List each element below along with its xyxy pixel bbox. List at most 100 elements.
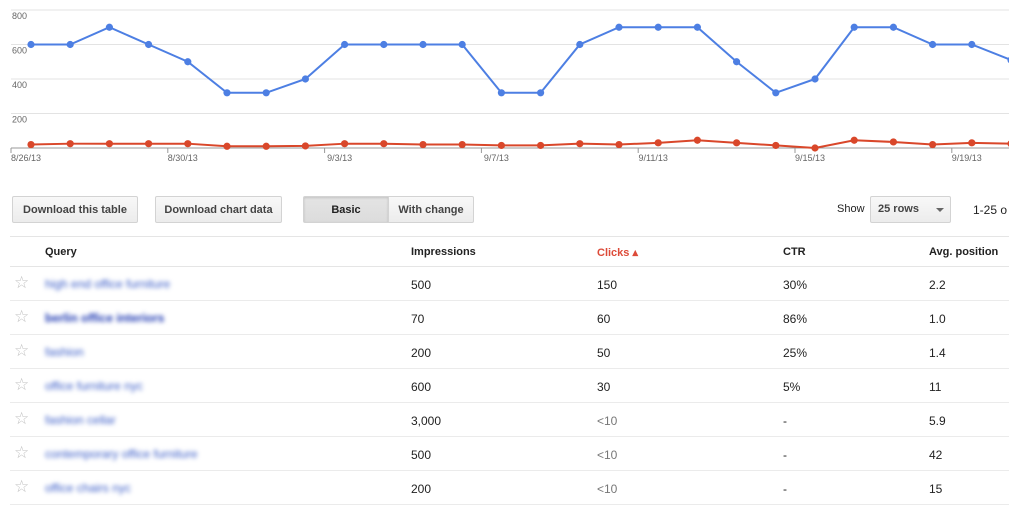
data-point[interactable] [850,23,858,31]
data-point[interactable] [105,140,113,148]
data-point[interactable] [693,23,702,31]
data-point[interactable] [654,23,662,31]
download-chart-data-button[interactable]: Download chart data [155,196,282,223]
data-point[interactable] [262,89,270,97]
data-point[interactable] [27,140,35,149]
data-point[interactable] [419,140,427,149]
query-link[interactable]: fashion [45,345,84,359]
data-point[interactable] [772,89,780,97]
header-clicks-sorted[interactable]: Clicks ▴ [597,246,638,259]
data-point[interactable] [889,23,898,31]
header-ctr[interactable]: CTR [783,246,806,258]
data-point[interactable] [850,136,858,144]
performance-chart: 800 600 400 200 8/26/13 8/30/13 9/3/13 9/7/13 9… [10,9,1009,163]
data-point[interactable] [968,40,976,49]
data-point[interactable] [145,140,153,148]
x-tick-label: 9/3/13 [327,153,352,163]
data-point[interactable] [184,140,192,148]
table-row: ☆ fashion 200 50 25% 1.4 [10,335,1009,369]
star-icon[interactable]: ☆ [14,274,29,291]
query-link[interactable]: office chairs nyc [45,481,131,495]
query-link[interactable]: berlin office interiors [45,311,164,325]
star-icon[interactable]: ☆ [14,410,29,427]
chevron-down-icon [936,208,944,212]
x-axis-ticks: 8/26/13 8/30/13 9/3/13 9/7/13 9/11/13 9/15/13… [10,148,982,163]
data-point[interactable] [458,40,466,49]
data-point[interactable] [66,140,74,148]
data-point[interactable] [419,40,427,49]
data-point[interactable] [889,138,898,146]
impressions-cell: 70 [411,312,425,326]
clicks-cell: 150 [597,278,618,292]
data-point[interactable] [811,144,819,152]
data-point[interactable] [301,75,309,83]
with-change-view-button[interactable]: With change [389,196,474,223]
impressions-cell: 3,000 [411,414,442,428]
ctr-cell: - [783,482,787,496]
data-point[interactable] [537,141,545,150]
data-point[interactable] [380,140,388,148]
data-point[interactable] [733,58,741,66]
data-point[interactable] [301,142,309,150]
basic-view-button[interactable]: Basic [303,196,389,223]
query-link[interactable]: office furniture nyc [45,379,143,393]
star-icon[interactable]: ☆ [14,444,29,461]
y-tick-label: 400 [12,80,27,90]
data-point[interactable] [615,140,623,149]
ctr-cell: 86% [783,312,808,326]
data-point[interactable] [929,40,937,49]
ctr-cell: - [783,414,787,428]
data-point[interactable] [27,40,35,49]
x-tick-label: 9/11/13 [639,153,668,163]
data-point[interactable] [615,23,623,31]
star-icon[interactable]: ☆ [14,478,29,495]
star-icon[interactable]: ☆ [14,308,29,325]
data-point[interactable] [497,89,505,97]
data-point[interactable] [693,136,702,144]
download-table-button[interactable]: Download this table [12,196,138,223]
data-point[interactable] [66,40,74,49]
star-icon[interactable]: ☆ [14,342,29,359]
pagination-range: 1-25 o [973,203,1008,217]
table-row: ☆ berlin office interiors 70 60 86% 1.0 [10,301,1009,335]
data-point[interactable] [576,140,584,148]
data-point[interactable] [223,142,231,150]
data-point[interactable] [341,40,349,49]
query-link[interactable]: contemporary office furniture [45,447,198,461]
data-point[interactable] [380,40,388,49]
data-point[interactable] [968,139,976,147]
data-point[interactable] [341,140,349,148]
data-point[interactable] [537,89,545,97]
header-impressions[interactable]: Impressions [411,246,476,258]
data-point[interactable] [223,89,231,97]
rows-per-page-value: 25 rows [878,203,919,215]
data-point[interactable] [184,58,192,66]
table-row: ☆ fashion cellar 3,000 <10 - 5.9 [10,403,1009,437]
impressions-cell: 600 [411,380,432,394]
header-query[interactable]: Query [45,246,77,258]
y-axis-ticks: 800 600 400 200 [12,11,27,125]
query-link[interactable]: fashion cellar [45,413,116,427]
star-icon[interactable]: ☆ [14,376,29,393]
rows-per-page-select[interactable]: 25 rows [870,196,951,223]
data-point[interactable] [262,142,270,150]
data-point[interactable] [105,23,113,31]
header-avg-position[interactable]: Avg. position [929,246,998,258]
data-point[interactable] [733,139,741,147]
x-tick-label: 8/30/13 [168,153,198,163]
query-link[interactable]: high end office furniture [45,277,170,291]
x-tick-label: 8/26/13 [11,153,41,163]
data-point[interactable] [145,40,153,49]
data-point[interactable] [929,140,937,149]
data-point[interactable] [811,75,819,83]
ctr-cell: 5% [783,380,801,394]
data-point[interactable] [654,139,662,147]
data-point[interactable] [772,141,780,150]
data-point[interactable] [576,40,584,49]
chart-grid [11,9,1009,149]
data-point[interactable] [458,140,466,149]
position-cell: 1.0 [929,312,946,326]
table-header: Query Impressions Clicks ▴ CTR Avg. posi… [10,236,1009,267]
data-point[interactable] [497,141,505,150]
table-row: ☆ high end office furniture 500 150 30% … [10,267,1009,301]
